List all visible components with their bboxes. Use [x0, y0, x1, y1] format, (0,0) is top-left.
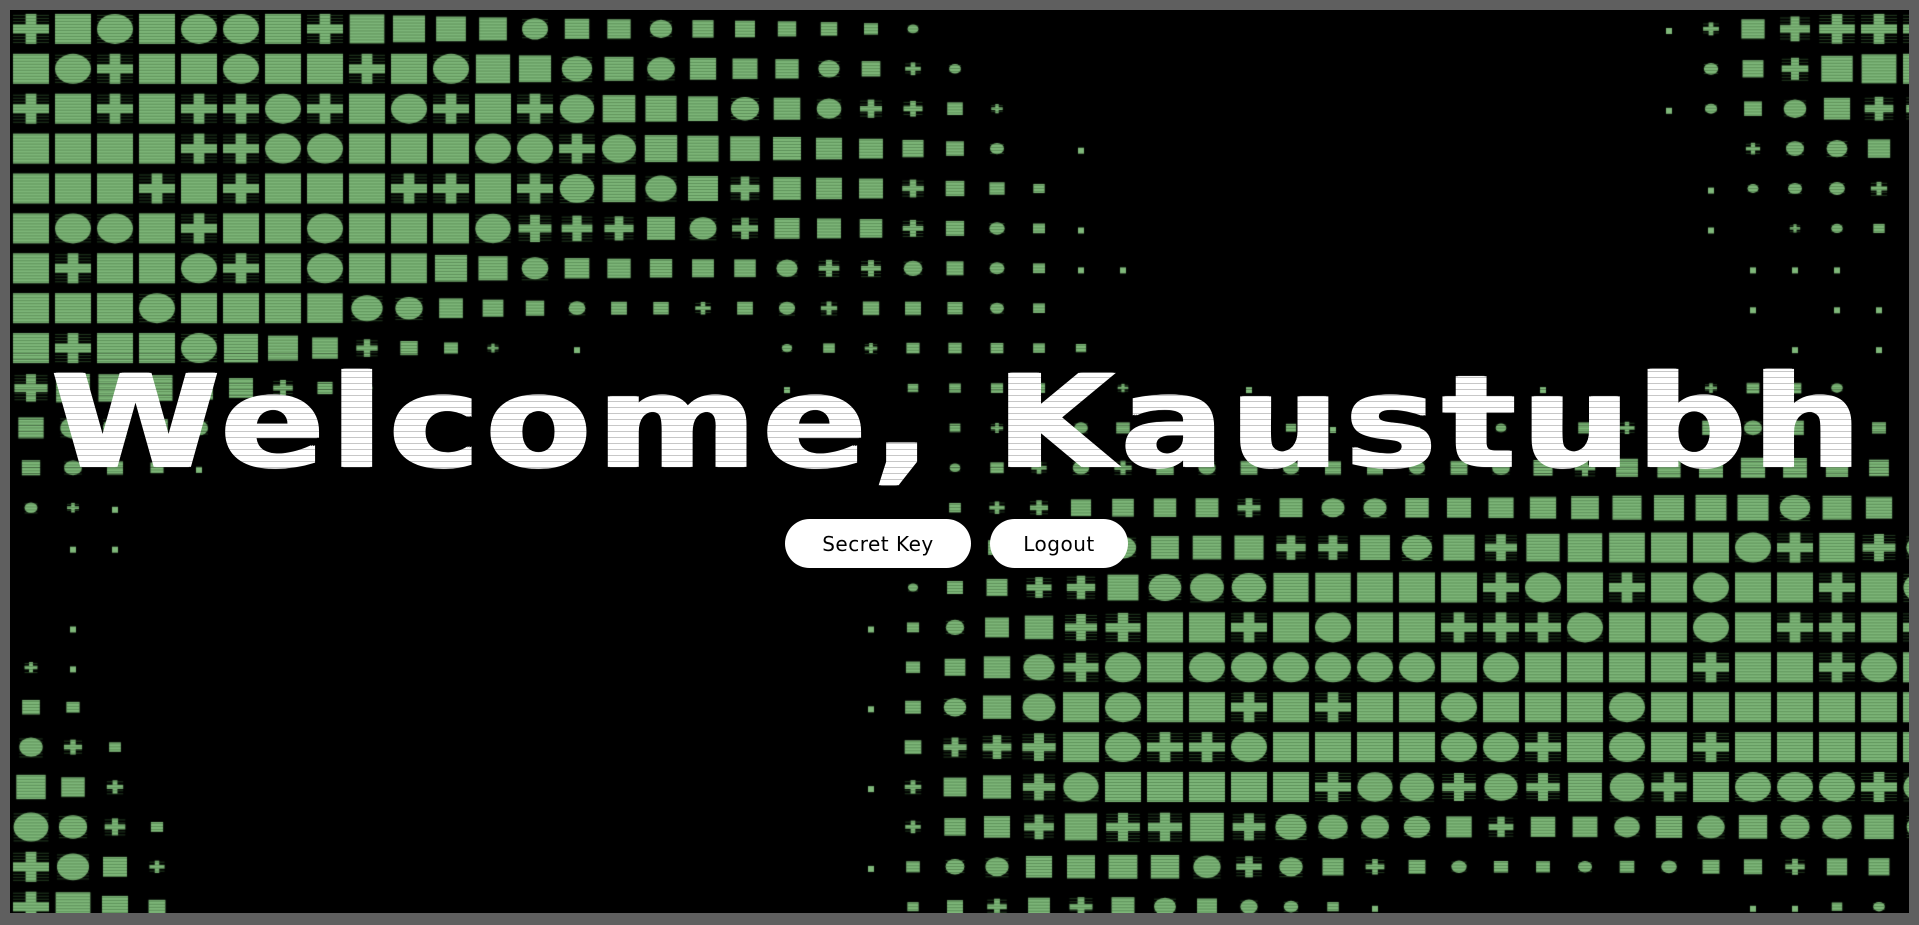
logout-button[interactable]: Logout — [990, 519, 1128, 568]
browser-frame: Welcome, Kaustubh Secret Key Logout — [0, 0, 1919, 925]
secret-key-button[interactable]: Secret Key — [785, 519, 971, 568]
page-viewport: Welcome, Kaustubh Secret Key Logout — [10, 10, 1909, 913]
action-bar: Secret Key Logout — [10, 519, 1909, 568]
welcome-heading: Welcome, Kaustubh — [51, 348, 1868, 498]
hero-heading-wrap: Welcome, Kaustubh — [10, 348, 1909, 498]
